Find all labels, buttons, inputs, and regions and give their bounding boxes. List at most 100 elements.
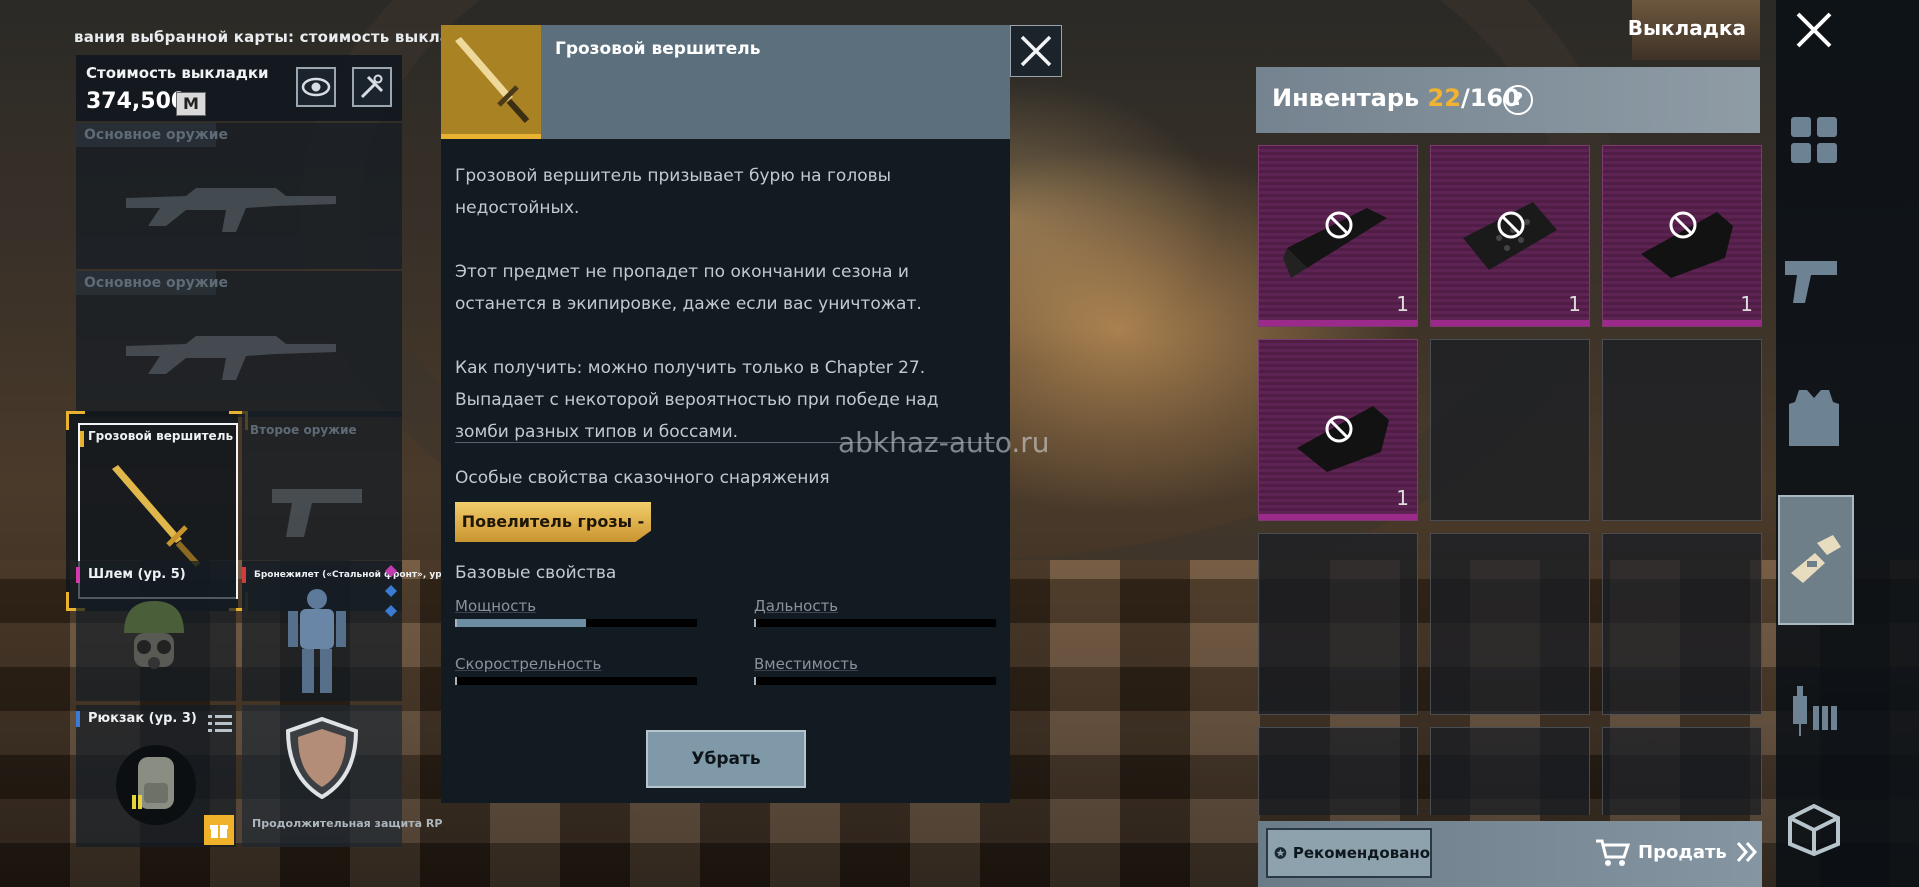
blocked-icon xyxy=(1325,415,1353,443)
loadout-tab[interactable]: Выкладка xyxy=(1628,0,1760,60)
stat-label: Вместимость xyxy=(754,655,858,673)
sell-button[interactable]: Продать xyxy=(1594,837,1759,867)
currency-badge: M xyxy=(176,92,206,116)
vest-icon xyxy=(1789,390,1839,446)
tools-icon xyxy=(360,74,384,99)
base-properties-title: Базовые свойства xyxy=(455,563,617,583)
primary-weapon-slot-2[interactable]: Основное оружие xyxy=(76,271,402,417)
special-properties-title: Особые свойства сказочного снаряжения xyxy=(455,468,830,488)
primary-weapon-slot-1[interactable]: Основное оружие xyxy=(76,123,402,269)
blocked-icon xyxy=(1325,211,1353,239)
blocked-icon xyxy=(1669,211,1697,239)
stat-capacity: Вместимость xyxy=(754,655,996,685)
item-description: Грозовой вершитель призывает бурю на гол… xyxy=(455,160,995,448)
stat-label: Скорострельность xyxy=(455,655,602,673)
slot-label: Основное оружие xyxy=(84,127,229,143)
rp-protection-label: Продолжительная защита RP xyxy=(252,817,443,830)
item-thumbnail xyxy=(441,25,541,139)
helmet-slot[interactable]: Шлем (ур. 5) xyxy=(76,561,236,701)
inventory-empty-cell[interactable] xyxy=(1602,727,1762,815)
inventory-footer: Рекомендовано Продать xyxy=(1258,821,1762,887)
loadout-tab-label: Выкладка xyxy=(1627,16,1746,40)
loadout-panel: Стоимость выкладки 374,500 M Основное ор… xyxy=(66,55,459,847)
dialog-close-button[interactable] xyxy=(1010,25,1062,77)
close-icon xyxy=(1796,12,1832,48)
helmet-slot-label: Шлем (ур. 5) xyxy=(88,567,186,582)
blocked-icon xyxy=(1497,211,1525,239)
slot-label: Основное оружие xyxy=(84,275,229,291)
item-detail-dialog: Грозовой вершитель Грозовой вершитель пр… xyxy=(441,25,1010,803)
inventory-item-stock[interactable]: 1 xyxy=(1258,339,1418,521)
stat-power: Мощность xyxy=(455,597,697,627)
special-property-tag[interactable]: Повелитель грозы - MAX xyxy=(455,502,651,542)
grid-icon xyxy=(1791,117,1837,163)
sidebar-item-attachments[interactable] xyxy=(1778,495,1854,625)
upgrade-diamond-icons xyxy=(385,565,397,617)
melee-slot-label: Грозовой вершитель xyxy=(88,429,234,443)
stat-label: Мощность xyxy=(455,597,537,615)
recommended-label: Рекомендовано xyxy=(1292,844,1430,862)
stat-label: Дальность xyxy=(754,597,839,615)
sword-icon xyxy=(112,465,201,568)
helmet-icon xyxy=(124,601,184,669)
cart-icon xyxy=(1596,839,1630,866)
close-button[interactable] xyxy=(1776,0,1852,60)
sidebar-item-armor[interactable] xyxy=(1776,360,1852,480)
top-info-strip: вания выбранной карты: стоимость выкладк… xyxy=(74,28,484,46)
customize-button[interactable] xyxy=(352,67,392,107)
inventory-count: 22 xyxy=(1427,84,1461,112)
sidebar-item-crate[interactable] xyxy=(1776,780,1852,880)
inventory-empty-cell[interactable] xyxy=(1258,533,1418,715)
sword-icon xyxy=(455,37,530,124)
inventory-header: Инвентарь 22/160 ? xyxy=(1256,67,1760,133)
medkit-icon xyxy=(1793,686,1837,736)
gift-button[interactable] xyxy=(204,815,234,845)
eye-button[interactable] xyxy=(296,67,336,107)
dialog-header: Грозовой вершитель xyxy=(441,25,1010,139)
inventory-empty-cell[interactable] xyxy=(1258,727,1418,815)
item-count: 1 xyxy=(1396,292,1409,316)
armor-slot-label: Бронежилет («Стальной фронт», ур. 5) xyxy=(254,570,459,580)
item-count: 1 xyxy=(1396,486,1409,510)
item-count: 1 xyxy=(1740,292,1753,316)
armored-suit-icon xyxy=(288,589,346,693)
description-line: Грозовой вершитель призывает бурю на гол… xyxy=(455,166,892,218)
slot-label: Второе оружие xyxy=(250,423,357,437)
sidebar-item-supplies[interactable] xyxy=(1776,650,1852,770)
stat-fire-rate: Скорострельность xyxy=(455,655,697,685)
armor-slot[interactable]: Бронежилет («Стальной фронт», ур. 5) xyxy=(242,561,459,701)
inventory-item-magazine[interactable]: 1 xyxy=(1258,145,1418,327)
inventory-grid: 1 1 1 1 xyxy=(1258,145,1762,815)
rp-protection-slot[interactable]: Продолжительная защита RP xyxy=(242,705,442,847)
sell-label: Продать xyxy=(1638,841,1727,863)
crate-icon xyxy=(1788,804,1840,856)
inventory-item-compensator[interactable]: 1 xyxy=(1430,145,1590,327)
list-icon[interactable] xyxy=(208,713,232,733)
inventory-empty-cell[interactable] xyxy=(1602,339,1762,521)
sidebar-item-all[interactable] xyxy=(1776,80,1852,200)
remove-button[interactable]: Убрать xyxy=(646,730,806,788)
sidebar-item-weapons[interactable] xyxy=(1776,220,1852,340)
right-sidebar xyxy=(1776,0,1919,887)
recommended-button[interactable]: Рекомендовано xyxy=(1266,828,1432,878)
gift-icon xyxy=(210,825,228,838)
cost-label: Стоимость выкладки xyxy=(86,64,269,82)
backpack-slot[interactable]: Рюкзак (ур. 3) xyxy=(76,705,236,847)
pistol-silhouette-icon xyxy=(272,489,362,537)
rifle-silhouette-icon xyxy=(126,188,336,232)
description-line: Этот предмет не пропадет по окончании се… xyxy=(455,262,922,314)
stat-fill xyxy=(455,619,586,627)
inventory-empty-cell[interactable] xyxy=(1430,339,1590,521)
item-title: Грозовой вершитель xyxy=(555,39,761,59)
inventory-empty-cell[interactable] xyxy=(1430,533,1590,715)
help-icon[interactable]: ? xyxy=(1503,85,1533,115)
cost-value: 374,500 xyxy=(86,89,187,114)
inventory-empty-cell[interactable] xyxy=(1602,533,1762,715)
star-badge-icon xyxy=(1274,847,1287,859)
stat-range: Дальность xyxy=(754,597,996,627)
item-count: 1 xyxy=(1568,292,1581,316)
double-chevron-right-icon xyxy=(1736,842,1757,862)
inventory-empty-cell[interactable] xyxy=(1430,727,1590,815)
rifle-silhouette-icon xyxy=(126,336,336,380)
inventory-item-stock[interactable]: 1 xyxy=(1602,145,1762,327)
